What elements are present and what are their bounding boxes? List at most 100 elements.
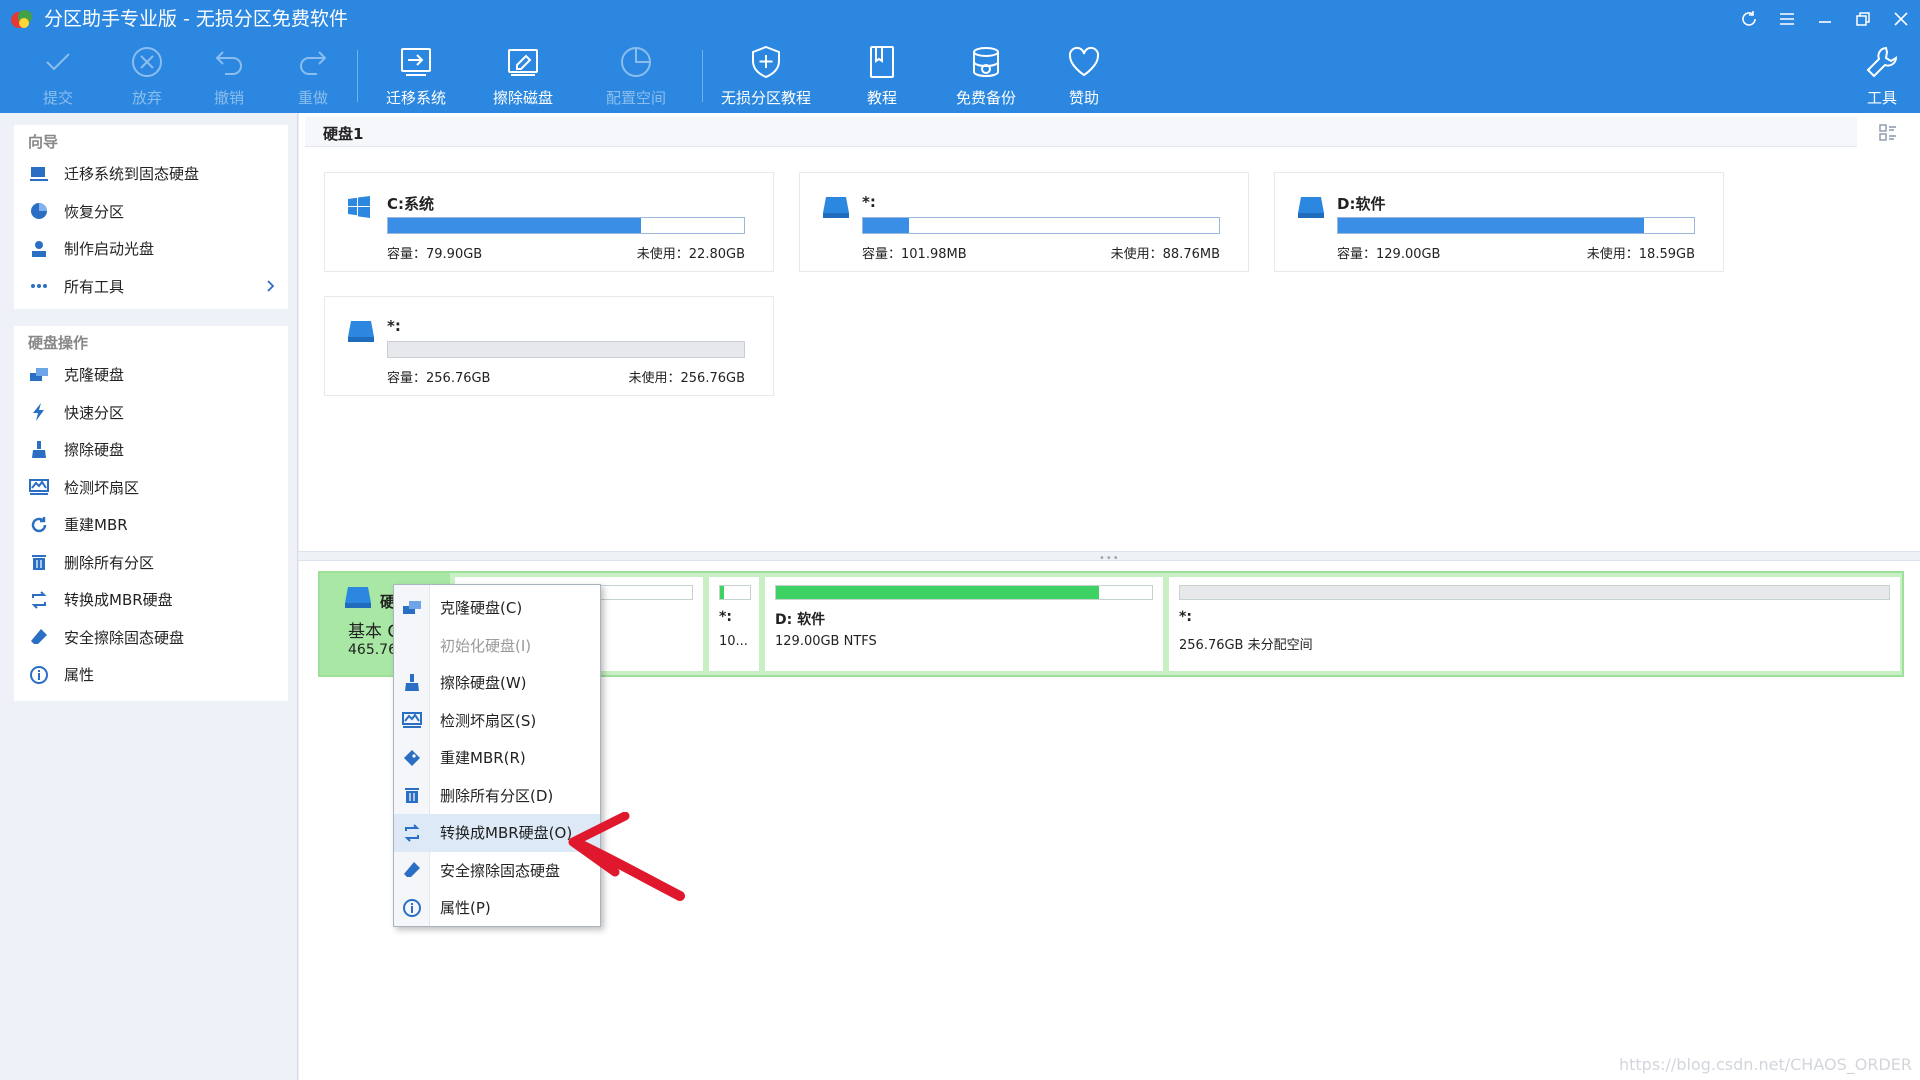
wipe-disk-button[interactable]: 擦除磁盘 xyxy=(493,44,553,112)
migrate-os-label: 迁移系统 xyxy=(386,89,447,107)
sponsor-button[interactable]: 赞助 xyxy=(1066,44,1102,112)
partition-free: 未使用：256.76GB xyxy=(628,371,745,386)
disk-map-bar xyxy=(719,585,751,600)
submit-button[interactable]: 提交 xyxy=(40,44,76,112)
undo-label: 撤销 xyxy=(213,89,244,107)
book-icon xyxy=(870,46,894,78)
disk-map-part-info: 256.76GB 未分配空间 xyxy=(1179,638,1313,653)
free-backup-button[interactable]: 免费备份 xyxy=(956,44,1016,112)
bad-sector-icon xyxy=(402,712,422,729)
view-toggle-icon[interactable] xyxy=(1878,123,1898,143)
usage-bar xyxy=(1337,217,1695,234)
menu-item-label: 安全擦除固态硬盘 xyxy=(440,861,561,880)
usage-bar-fill xyxy=(388,218,641,233)
partition-card-d[interactable]: D:软件 容量：129.00GB 未使用：18.59GB xyxy=(1274,172,1724,272)
undo-button[interactable]: 撤销 xyxy=(211,44,247,112)
wizard-title: 向导 xyxy=(28,133,59,151)
sidebar-item-label: 擦除硬盘 xyxy=(64,441,125,460)
sidebar-item-rebuild-mbr[interactable]: 重建MBR xyxy=(14,506,288,544)
usage-bar xyxy=(387,217,745,234)
tutorial-nondestructive-button[interactable]: 无损分区教程 xyxy=(721,44,811,112)
menu-item-rebuild-mbr[interactable]: 重建MBR(R) xyxy=(394,739,600,777)
disk-map-partition[interactable]: D: 软件 129.00GB NTFS xyxy=(765,577,1163,671)
drive-icon xyxy=(345,587,371,608)
chevron-right-icon xyxy=(267,279,275,292)
partition-name: C:系统 xyxy=(387,195,435,213)
hamburger-icon xyxy=(1780,13,1794,25)
disk-ops-title: 硬盘操作 xyxy=(28,334,89,352)
sidebar-item-clone-disk[interactable]: 克隆硬盘 xyxy=(14,356,288,394)
sponsor-label: 赞助 xyxy=(1068,89,1099,107)
lightning-icon xyxy=(33,403,44,422)
app-header: 分区助手专业版 - 无损分区免费软件 提交 放弃 撤销 重做 迁移系统 擦除磁盘… xyxy=(0,0,1920,113)
windows-icon xyxy=(348,196,370,218)
discard-button[interactable]: 放弃 xyxy=(129,44,165,112)
menu-item-bad-sector[interactable]: 检测坏扇区(S) xyxy=(394,702,600,740)
allocate-space-button[interactable]: 配置空间 xyxy=(606,44,666,112)
info-icon xyxy=(30,665,48,684)
menu-button[interactable] xyxy=(1768,0,1806,38)
disk-map-part-name: D: 软件 xyxy=(775,612,826,628)
trash-icon xyxy=(32,555,46,571)
partition-free: 未使用：88.76MB xyxy=(1110,247,1220,262)
tutorial-button[interactable]: 教程 xyxy=(864,44,900,112)
sidebar-item-label: 快速分区 xyxy=(64,403,125,422)
refresh-button[interactable] xyxy=(1730,0,1768,38)
drive-icon xyxy=(348,321,374,342)
submit-label: 提交 xyxy=(42,89,73,107)
menu-item-wipe-disk[interactable]: 擦除硬盘(W) xyxy=(394,664,600,702)
close-button[interactable] xyxy=(1882,0,1920,38)
partition-card-star-2[interactable]: *: 容量：256.76GB 未使用：256.76GB xyxy=(324,296,774,396)
sidebar-item-all-tools[interactable]: 所有工具 xyxy=(14,268,288,306)
pane-splitter[interactable]: ••• xyxy=(299,551,1920,564)
undo-icon xyxy=(215,51,242,75)
app-logo-icon xyxy=(11,10,32,28)
sidebar-item-convert-mbr[interactable]: 转换成MBR硬盘 xyxy=(14,581,288,619)
sidebar-item-restore-partition[interactable]: 恢复分区 xyxy=(14,193,288,231)
disk-map-bar xyxy=(775,585,1153,600)
sidebar-item-delete-all-partitions[interactable]: 删除所有分区 xyxy=(14,544,288,582)
minimize-button[interactable] xyxy=(1806,0,1844,38)
window-title: 分区助手专业版 - 无损分区免费软件 xyxy=(44,8,348,30)
restore-button[interactable] xyxy=(1844,0,1882,38)
clone-disk-icon xyxy=(30,367,48,381)
sidebar-item-label: 删除所有分区 xyxy=(64,553,155,572)
eraser-icon xyxy=(404,862,420,878)
sidebar-item-quick-partition[interactable]: 快速分区 xyxy=(14,394,288,432)
discard-label: 放弃 xyxy=(131,89,162,107)
disk-map-part-info: 129.00GB NTFS xyxy=(775,634,877,649)
partition-card-c[interactable]: C:系统 容量：79.90GB 未使用：22.80GB xyxy=(324,172,774,272)
migrate-os-button[interactable]: 迁移系统 xyxy=(386,44,446,112)
disk-map-partition[interactable]: *: 256.76GB 未分配空间 xyxy=(1169,577,1900,671)
info-icon xyxy=(403,898,421,917)
bad-sector-icon xyxy=(29,479,49,496)
sidebar-item-wipe-disk[interactable]: 擦除硬盘 xyxy=(14,431,288,469)
sidebar-item-bad-sector[interactable]: 检测坏扇区 xyxy=(14,469,288,507)
tutorial-label: 教程 xyxy=(866,89,897,107)
menu-item-init-disk[interactable]: 初始化硬盘(I) xyxy=(394,627,600,665)
backup-icon xyxy=(973,47,999,78)
menu-item-label: 转换成MBR硬盘(O) xyxy=(440,824,573,843)
migrate-os-icon xyxy=(401,48,431,76)
disk-map-partition[interactable]: *: 10... xyxy=(709,577,759,671)
disk-section-header: 硬盘1 xyxy=(305,117,1857,147)
usage-bar xyxy=(862,217,1220,234)
partition-capacity: 容量：79.90GB xyxy=(387,247,483,262)
sidebar-item-boot-disc[interactable]: 制作启动光盘 xyxy=(14,230,288,268)
partition-free: 未使用：22.80GB xyxy=(636,247,745,262)
disk-ops-panel: 硬盘操作 克隆硬盘 快速分区 擦除硬盘 检测坏扇区 重建MBR 删除所有分区 转… xyxy=(14,326,288,701)
disk-map-bar-fill xyxy=(720,586,724,599)
migrate-ssd-icon xyxy=(30,166,48,181)
partition-capacity: 容量：129.00GB xyxy=(1337,247,1441,262)
allocate-space-label: 配置空间 xyxy=(606,89,667,107)
partition-card-star-1[interactable]: *: 容量：101.98MB 未使用：88.76MB xyxy=(799,172,1249,272)
redo-button[interactable]: 重做 xyxy=(295,44,331,112)
partition-capacity: 容量：256.76GB xyxy=(387,371,491,386)
tools-button[interactable]: 工具 xyxy=(1864,44,1900,112)
sidebar-item-migrate-ssd[interactable]: 迁移系统到固态硬盘 xyxy=(14,155,288,193)
annotation-arrow-icon xyxy=(568,812,685,901)
menu-item-delete-all[interactable]: 删除所有分区(D) xyxy=(394,777,600,815)
sidebar-item-properties[interactable]: 属性 xyxy=(14,656,288,694)
sidebar-item-secure-erase-ssd[interactable]: 安全擦除固态硬盘 xyxy=(14,619,288,657)
menu-item-clone-disk[interactable]: 克隆硬盘(C) xyxy=(394,589,600,627)
